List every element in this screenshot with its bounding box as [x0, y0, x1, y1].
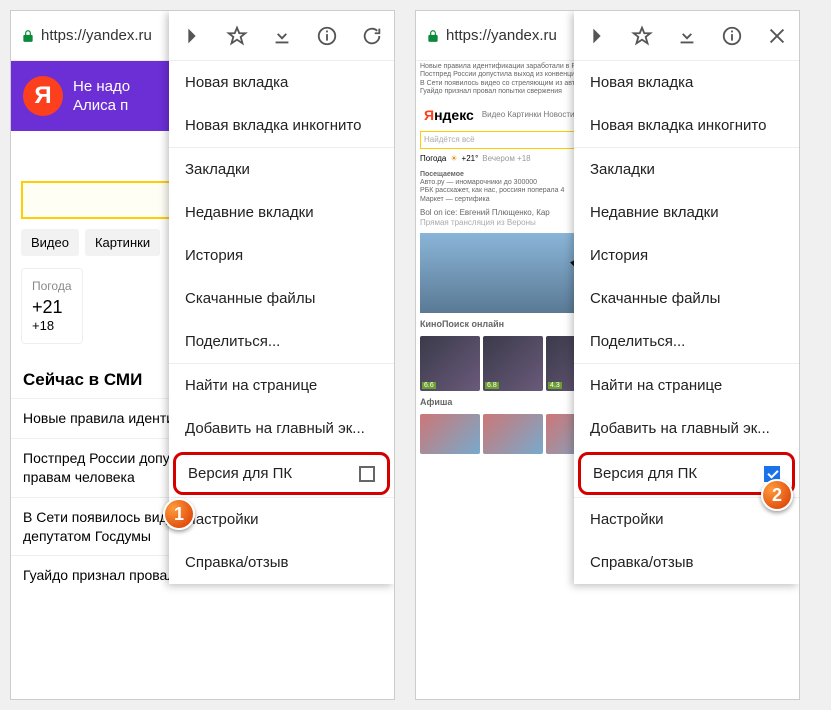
- menu-find[interactable]: Найти на странице: [169, 363, 394, 407]
- desktop-checkbox-unchecked[interactable]: [359, 466, 375, 482]
- menu-history[interactable]: История: [169, 234, 394, 277]
- lock-icon: [426, 29, 440, 43]
- menu-recent-tabs[interactable]: Недавние вкладки: [574, 191, 799, 234]
- afisha-thumb[interactable]: [420, 414, 480, 454]
- menu-bookmarks[interactable]: Закладки: [169, 147, 394, 191]
- info-icon[interactable]: [316, 25, 338, 47]
- info-icon[interactable]: [721, 25, 743, 47]
- menu-recent-tabs[interactable]: Недавние вкладки: [169, 191, 394, 234]
- menu-help[interactable]: Справка/отзыв: [169, 541, 394, 584]
- menu-history[interactable]: История: [574, 234, 799, 277]
- refresh-icon[interactable]: [361, 25, 383, 47]
- menu-find[interactable]: Найти на странице: [574, 363, 799, 407]
- phone-left: https://yandex.ru Я Не надо Алиса п Виде…: [10, 10, 395, 700]
- menu-share[interactable]: Поделиться...: [169, 320, 394, 363]
- yandex-logo[interactable]: Яндекс: [420, 103, 478, 127]
- close-icon[interactable]: [766, 25, 788, 47]
- menu-share[interactable]: Поделиться...: [574, 320, 799, 363]
- browser-menu: Новая вкладка Новая вкладка инкогнито За…: [169, 11, 394, 584]
- phone-right: https://yandex.ru Новые правила ид​ентиф…: [415, 10, 800, 700]
- forward-icon[interactable]: [181, 25, 203, 47]
- download-icon[interactable]: [271, 25, 293, 47]
- menu-new-tab[interactable]: Новая вкладка: [574, 61, 799, 104]
- menu-incognito[interactable]: Новая вкладка инкогнито: [574, 104, 799, 147]
- menu-add-home[interactable]: Добавить на главный эк...: [169, 407, 394, 450]
- lock-icon: [21, 29, 35, 43]
- menu-incognito[interactable]: Новая вкладка инкогнито: [169, 104, 394, 147]
- menu-new-tab[interactable]: Новая вкладка: [169, 61, 394, 104]
- movie-thumb[interactable]: 6.8: [483, 336, 543, 391]
- tab-images[interactable]: Картинки: [85, 229, 160, 256]
- afisha-thumb[interactable]: [483, 414, 543, 454]
- yandex-logo-icon: Я: [23, 76, 63, 116]
- download-icon[interactable]: [676, 25, 698, 47]
- callout-badge-1: 1: [163, 498, 195, 530]
- menu-downloads[interactable]: Скачанные файлы: [574, 277, 799, 320]
- menu-toolbar: [574, 11, 799, 61]
- movie-thumb[interactable]: 6.6: [420, 336, 480, 391]
- banner-text: Не надо Алиса п: [73, 77, 130, 116]
- menu-desktop-site[interactable]: Версия для ПК: [173, 452, 390, 495]
- menu-add-home[interactable]: Добавить на главный эк...: [574, 407, 799, 450]
- menu-bookmarks[interactable]: Закладки: [574, 147, 799, 191]
- callout-badge-2: 2: [761, 479, 793, 511]
- menu-downloads[interactable]: Скачанные файлы: [169, 277, 394, 320]
- star-icon[interactable]: [226, 25, 248, 47]
- star-icon[interactable]: [631, 25, 653, 47]
- menu-toolbar: [169, 11, 394, 61]
- weather-widget[interactable]: Погода +21 +18: [21, 268, 83, 344]
- forward-icon[interactable]: [586, 25, 608, 47]
- tab-video[interactable]: Видео: [21, 229, 79, 256]
- menu-help[interactable]: Справка/отзыв: [574, 541, 799, 584]
- menu-settings[interactable]: Настройки: [169, 497, 394, 541]
